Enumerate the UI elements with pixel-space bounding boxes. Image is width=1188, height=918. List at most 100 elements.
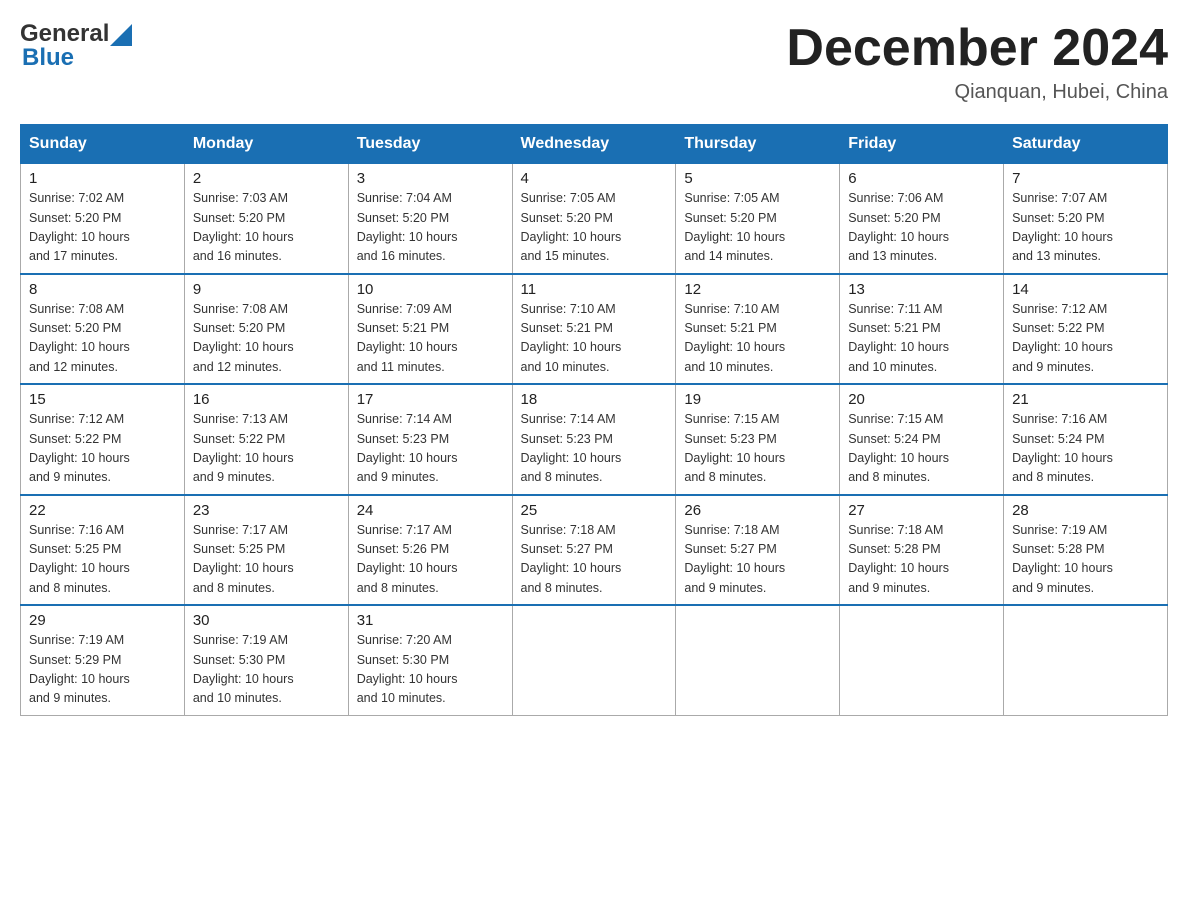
calendar-week-row: 29 Sunrise: 7:19 AM Sunset: 5:29 PM Dayl…	[21, 605, 1168, 715]
location-text: Qianquan, Hubei, China	[786, 81, 1168, 104]
calendar-table: Sunday Monday Tuesday Wednesday Thursday…	[20, 124, 1168, 716]
day-number: 13	[848, 281, 995, 298]
col-thursday: Thursday	[676, 125, 840, 164]
day-info: Sunrise: 7:13 AM Sunset: 5:22 PM Dayligh…	[193, 410, 340, 488]
calendar-day-cell: 7 Sunrise: 7:07 AM Sunset: 5:20 PM Dayli…	[1004, 164, 1168, 274]
calendar-day-cell: 10 Sunrise: 7:09 AM Sunset: 5:21 PM Dayl…	[348, 274, 512, 385]
day-number: 2	[193, 170, 340, 187]
logo: General Blue	[20, 20, 132, 72]
day-info: Sunrise: 7:03 AM Sunset: 5:20 PM Dayligh…	[193, 189, 340, 267]
day-info: Sunrise: 7:14 AM Sunset: 5:23 PM Dayligh…	[521, 410, 668, 488]
page-header: General Blue December 2024 Qianquan, Hub…	[20, 20, 1168, 104]
day-info: Sunrise: 7:19 AM Sunset: 5:30 PM Dayligh…	[193, 631, 340, 709]
calendar-day-cell: 20 Sunrise: 7:15 AM Sunset: 5:24 PM Dayl…	[840, 384, 1004, 495]
day-info: Sunrise: 7:08 AM Sunset: 5:20 PM Dayligh…	[29, 300, 176, 378]
day-number: 30	[193, 612, 340, 629]
calendar-day-cell: 23 Sunrise: 7:17 AM Sunset: 5:25 PM Dayl…	[184, 495, 348, 606]
day-info: Sunrise: 7:18 AM Sunset: 5:27 PM Dayligh…	[684, 521, 831, 599]
day-info: Sunrise: 7:18 AM Sunset: 5:27 PM Dayligh…	[521, 521, 668, 599]
day-number: 16	[193, 391, 340, 408]
calendar-day-cell: 30 Sunrise: 7:19 AM Sunset: 5:30 PM Dayl…	[184, 605, 348, 715]
calendar-day-cell: 17 Sunrise: 7:14 AM Sunset: 5:23 PM Dayl…	[348, 384, 512, 495]
day-info: Sunrise: 7:17 AM Sunset: 5:26 PM Dayligh…	[357, 521, 504, 599]
day-number: 1	[29, 170, 176, 187]
day-info: Sunrise: 7:02 AM Sunset: 5:20 PM Dayligh…	[29, 189, 176, 267]
calendar-day-cell: 13 Sunrise: 7:11 AM Sunset: 5:21 PM Dayl…	[840, 274, 1004, 385]
calendar-day-cell: 19 Sunrise: 7:15 AM Sunset: 5:23 PM Dayl…	[676, 384, 840, 495]
logo-blue-text: Blue	[22, 44, 74, 72]
day-info: Sunrise: 7:12 AM Sunset: 5:22 PM Dayligh…	[1012, 300, 1159, 378]
col-sunday: Sunday	[21, 125, 185, 164]
col-saturday: Saturday	[1004, 125, 1168, 164]
calendar-day-cell: 21 Sunrise: 7:16 AM Sunset: 5:24 PM Dayl…	[1004, 384, 1168, 495]
calendar-week-row: 15 Sunrise: 7:12 AM Sunset: 5:22 PM Dayl…	[21, 384, 1168, 495]
calendar-day-cell: 25 Sunrise: 7:18 AM Sunset: 5:27 PM Dayl…	[512, 495, 676, 606]
day-number: 5	[684, 170, 831, 187]
calendar-day-cell: 31 Sunrise: 7:20 AM Sunset: 5:30 PM Dayl…	[348, 605, 512, 715]
calendar-day-cell: 8 Sunrise: 7:08 AM Sunset: 5:20 PM Dayli…	[21, 274, 185, 385]
day-number: 21	[1012, 391, 1159, 408]
day-number: 25	[521, 502, 668, 519]
calendar-week-row: 8 Sunrise: 7:08 AM Sunset: 5:20 PM Dayli…	[21, 274, 1168, 385]
calendar-day-cell	[512, 605, 676, 715]
calendar-day-cell: 3 Sunrise: 7:04 AM Sunset: 5:20 PM Dayli…	[348, 164, 512, 274]
logo-arrow-icon	[110, 24, 132, 46]
day-number: 29	[29, 612, 176, 629]
day-number: 28	[1012, 502, 1159, 519]
day-number: 3	[357, 170, 504, 187]
calendar-day-cell: 27 Sunrise: 7:18 AM Sunset: 5:28 PM Dayl…	[840, 495, 1004, 606]
day-number: 17	[357, 391, 504, 408]
calendar-day-cell: 9 Sunrise: 7:08 AM Sunset: 5:20 PM Dayli…	[184, 274, 348, 385]
day-number: 19	[684, 391, 831, 408]
day-number: 23	[193, 502, 340, 519]
day-info: Sunrise: 7:14 AM Sunset: 5:23 PM Dayligh…	[357, 410, 504, 488]
calendar-day-cell: 28 Sunrise: 7:19 AM Sunset: 5:28 PM Dayl…	[1004, 495, 1168, 606]
col-wednesday: Wednesday	[512, 125, 676, 164]
day-number: 10	[357, 281, 504, 298]
calendar-day-cell	[676, 605, 840, 715]
day-info: Sunrise: 7:11 AM Sunset: 5:21 PM Dayligh…	[848, 300, 995, 378]
calendar-day-cell: 29 Sunrise: 7:19 AM Sunset: 5:29 PM Dayl…	[21, 605, 185, 715]
day-number: 9	[193, 281, 340, 298]
day-number: 7	[1012, 170, 1159, 187]
calendar-day-cell: 18 Sunrise: 7:14 AM Sunset: 5:23 PM Dayl…	[512, 384, 676, 495]
day-info: Sunrise: 7:10 AM Sunset: 5:21 PM Dayligh…	[684, 300, 831, 378]
day-number: 15	[29, 391, 176, 408]
title-block: December 2024 Qianquan, Hubei, China	[786, 20, 1168, 104]
calendar-week-row: 22 Sunrise: 7:16 AM Sunset: 5:25 PM Dayl…	[21, 495, 1168, 606]
day-number: 27	[848, 502, 995, 519]
day-info: Sunrise: 7:04 AM Sunset: 5:20 PM Dayligh…	[357, 189, 504, 267]
day-info: Sunrise: 7:09 AM Sunset: 5:21 PM Dayligh…	[357, 300, 504, 378]
calendar-week-row: 1 Sunrise: 7:02 AM Sunset: 5:20 PM Dayli…	[21, 164, 1168, 274]
calendar-day-cell: 14 Sunrise: 7:12 AM Sunset: 5:22 PM Dayl…	[1004, 274, 1168, 385]
calendar-day-cell: 2 Sunrise: 7:03 AM Sunset: 5:20 PM Dayli…	[184, 164, 348, 274]
day-info: Sunrise: 7:17 AM Sunset: 5:25 PM Dayligh…	[193, 521, 340, 599]
calendar-day-cell: 5 Sunrise: 7:05 AM Sunset: 5:20 PM Dayli…	[676, 164, 840, 274]
day-info: Sunrise: 7:19 AM Sunset: 5:29 PM Dayligh…	[29, 631, 176, 709]
col-monday: Monday	[184, 125, 348, 164]
day-info: Sunrise: 7:12 AM Sunset: 5:22 PM Dayligh…	[29, 410, 176, 488]
calendar-day-cell: 22 Sunrise: 7:16 AM Sunset: 5:25 PM Dayl…	[21, 495, 185, 606]
calendar-day-cell: 11 Sunrise: 7:10 AM Sunset: 5:21 PM Dayl…	[512, 274, 676, 385]
day-info: Sunrise: 7:20 AM Sunset: 5:30 PM Dayligh…	[357, 631, 504, 709]
day-info: Sunrise: 7:16 AM Sunset: 5:25 PM Dayligh…	[29, 521, 176, 599]
day-info: Sunrise: 7:15 AM Sunset: 5:24 PM Dayligh…	[848, 410, 995, 488]
day-info: Sunrise: 7:10 AM Sunset: 5:21 PM Dayligh…	[521, 300, 668, 378]
day-number: 8	[29, 281, 176, 298]
day-info: Sunrise: 7:16 AM Sunset: 5:24 PM Dayligh…	[1012, 410, 1159, 488]
day-info: Sunrise: 7:08 AM Sunset: 5:20 PM Dayligh…	[193, 300, 340, 378]
day-number: 31	[357, 612, 504, 629]
day-info: Sunrise: 7:15 AM Sunset: 5:23 PM Dayligh…	[684, 410, 831, 488]
day-number: 22	[29, 502, 176, 519]
day-number: 18	[521, 391, 668, 408]
day-info: Sunrise: 7:05 AM Sunset: 5:20 PM Dayligh…	[684, 189, 831, 267]
calendar-day-cell	[840, 605, 1004, 715]
calendar-day-cell: 15 Sunrise: 7:12 AM Sunset: 5:22 PM Dayl…	[21, 384, 185, 495]
day-number: 14	[1012, 281, 1159, 298]
calendar-day-cell	[1004, 605, 1168, 715]
day-info: Sunrise: 7:05 AM Sunset: 5:20 PM Dayligh…	[521, 189, 668, 267]
day-info: Sunrise: 7:18 AM Sunset: 5:28 PM Dayligh…	[848, 521, 995, 599]
day-info: Sunrise: 7:19 AM Sunset: 5:28 PM Dayligh…	[1012, 521, 1159, 599]
day-number: 11	[521, 281, 668, 298]
col-tuesday: Tuesday	[348, 125, 512, 164]
